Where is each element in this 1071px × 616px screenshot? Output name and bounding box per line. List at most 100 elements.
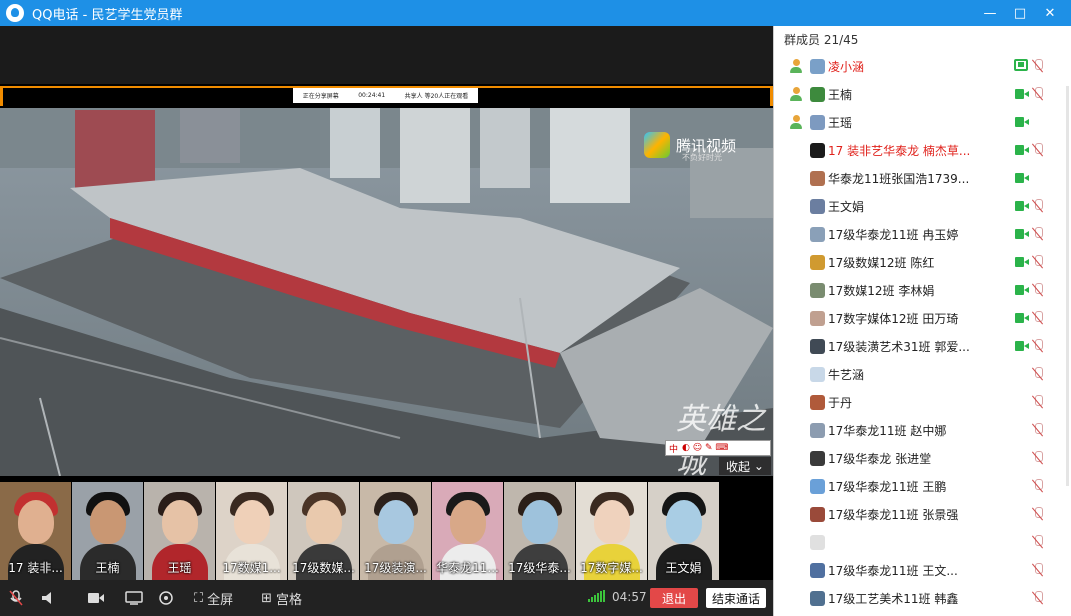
grid-view-button[interactable]: ⊞ 宫格: [261, 589, 302, 608]
participant-thumbnail[interactable]: 17级装演...: [360, 482, 431, 580]
camera-button[interactable]: [80, 580, 112, 616]
camera-icon: [88, 593, 104, 603]
signal-strength-icon: [588, 590, 605, 602]
member-row[interactable]: 华泰龙11班张国浩1739...: [774, 164, 1071, 192]
camera-on-icon: [1015, 89, 1029, 99]
effects-icon: [159, 591, 173, 605]
effects-button[interactable]: [150, 580, 182, 616]
member-row[interactable]: 17级工艺美术11班 韩鑫: [774, 584, 1071, 612]
participant-name: 王瑶: [167, 561, 192, 575]
avatar: [810, 395, 825, 410]
mic-muted-icon: [1032, 535, 1044, 549]
member-name: 于丹: [828, 396, 853, 410]
collapse-thumbnails-button[interactable]: 收起 ⌄: [719, 457, 771, 475]
participant-name: 17数媒1...: [222, 561, 281, 575]
member-row[interactable]: 17级装潢艺术31班 郭爱...: [774, 332, 1071, 360]
camera-on-icon: [1015, 341, 1029, 351]
avatar: [810, 479, 825, 494]
avatar: [810, 507, 825, 522]
camera-on-icon: [1015, 229, 1029, 239]
member-row[interactable]: 17级华泰龙11班 王文...: [774, 556, 1071, 584]
participant-thumbnail[interactable]: 17级数媒...: [288, 482, 359, 580]
input-method-bar[interactable]: 中 ◐ ☺ ✎ ⌨: [665, 440, 771, 456]
member-row[interactable]: 凌小涵: [774, 52, 1071, 80]
camera-on-icon: [1015, 145, 1029, 155]
member-name: 17数媒12班 李林娟: [828, 284, 935, 298]
window-controls: — □ ✕: [975, 0, 1065, 26]
member-name: 17数字媒体12班 田万琦: [828, 312, 959, 326]
member-row[interactable]: 17华泰龙11班 赵中娜: [774, 416, 1071, 444]
member-row[interactable]: 王瑶: [774, 108, 1071, 136]
participant-name: 17 装非...: [8, 561, 63, 575]
avatar: [810, 199, 825, 214]
participant-face: [90, 500, 126, 544]
participant-thumbnail[interactable]: 17数字媒...: [576, 482, 647, 580]
camera-on-icon: [1015, 117, 1029, 127]
member-name: 17级装潢艺术31班 郭爱...: [828, 340, 970, 354]
member-row[interactable]: 王楠: [774, 80, 1071, 108]
member-row[interactable]: 17级华泰龙11班 王鹏: [774, 472, 1071, 500]
screen-share-button[interactable]: [118, 580, 150, 616]
member-name: 牛艺涵: [828, 368, 865, 382]
camera-on-icon: [1015, 173, 1029, 183]
member-row[interactable]: 17数媒12班 李林娟: [774, 276, 1071, 304]
participant-name: 17级装演...: [364, 561, 427, 575]
avatar: [810, 563, 825, 578]
member-row[interactable]: 17级华泰龙11班 张景强: [774, 500, 1071, 528]
microphone-button[interactable]: [0, 580, 32, 616]
avatar: [810, 339, 825, 354]
member-row[interactable]: 于丹: [774, 388, 1071, 416]
member-list: 凌小涵 王楠 王瑶 17 装非艺华泰龙 楠杰草... 华泰龙11班张国浩1739... 王…: [774, 52, 1071, 612]
group-name: 民艺学生党员群: [91, 7, 183, 23]
member-row[interactable]: 17级数媒12班 陈红: [774, 248, 1071, 276]
avatar: [810, 59, 825, 74]
chevron-down-icon: ⌄: [750, 459, 764, 473]
close-button[interactable]: ✕: [1035, 0, 1065, 26]
participant-face: [522, 500, 558, 544]
grid-label: 宫格: [276, 592, 303, 608]
fullscreen-icon: ⛶: [194, 590, 204, 606]
participant-thumbnail[interactable]: 王瑶: [144, 482, 215, 580]
member-list-scrollbar[interactable]: [1066, 86, 1069, 486]
participant-thumbnail[interactable]: 华泰龙11...: [432, 482, 503, 580]
participant-thumbnail[interactable]: 17数媒1...: [216, 482, 287, 580]
participant-name: 17级数媒...: [292, 561, 355, 575]
participant-thumbnail[interactable]: 17级华泰...: [504, 482, 575, 580]
member-name: 17级华泰龙 张进堂: [828, 452, 932, 466]
mic-muted-icon: [1032, 59, 1044, 73]
shared-screen-view[interactable]: 正在分享屏幕 00:24:41 共享人 等20人正在观看 腾讯视频 不负好时光 …: [0, 26, 773, 580]
member-row[interactable]: [774, 528, 1071, 556]
avatar: [810, 115, 825, 130]
participant-thumbnail[interactable]: 王楠: [72, 482, 143, 580]
participant-face: [378, 500, 414, 544]
member-row[interactable]: 17级华泰龙 张进堂: [774, 444, 1071, 472]
member-row[interactable]: 17级华泰龙11班 冉玉婷: [774, 220, 1071, 248]
member-row[interactable]: 17 装非艺华泰龙 楠杰草...: [774, 136, 1071, 164]
camera-on-icon: [1015, 285, 1029, 295]
qq-call-window: QQ电话 - 民艺学生党员群 — □ ✕ 正在分享屏幕 00:24:41 共享人…: [0, 0, 1071, 616]
camera-on-icon: [1015, 257, 1029, 267]
member-row[interactable]: 牛艺涵: [774, 360, 1071, 388]
camera-on-icon: [1015, 313, 1029, 323]
call-timer: 04:57: [612, 590, 647, 604]
speaker-button[interactable]: [32, 580, 64, 616]
member-row[interactable]: 17数字媒体12班 田万琦: [774, 304, 1071, 332]
screen-share-icon: [1014, 59, 1028, 71]
grid-icon: ⊞: [261, 590, 273, 606]
exit-call-button[interactable]: 退出: [650, 588, 698, 608]
member-name: 华泰龙11班张国浩1739...: [828, 172, 970, 186]
member-row[interactable]: 王文娟: [774, 192, 1071, 220]
member-count-header: 群成员 21/45: [784, 32, 859, 47]
participant-thumbnail[interactable]: 17 装非...: [0, 482, 71, 580]
mic-muted-icon: [1032, 143, 1044, 157]
fullscreen-button[interactable]: ⛶ 全屏: [194, 589, 233, 608]
share-info-banner: 正在分享屏幕 00:24:41 共享人 等20人正在观看: [293, 88, 478, 103]
minimize-button[interactable]: —: [975, 0, 1005, 26]
participant-face: [162, 500, 198, 544]
participant-name: 王楠: [95, 561, 120, 575]
maximize-button[interactable]: □: [1005, 0, 1035, 26]
avatar: [810, 255, 825, 270]
participant-thumbnail[interactable]: 王文娟: [648, 482, 719, 580]
end-call-button[interactable]: 结束通话: [706, 588, 766, 608]
window-title: QQ电话 - 民艺学生党员群: [32, 4, 182, 23]
